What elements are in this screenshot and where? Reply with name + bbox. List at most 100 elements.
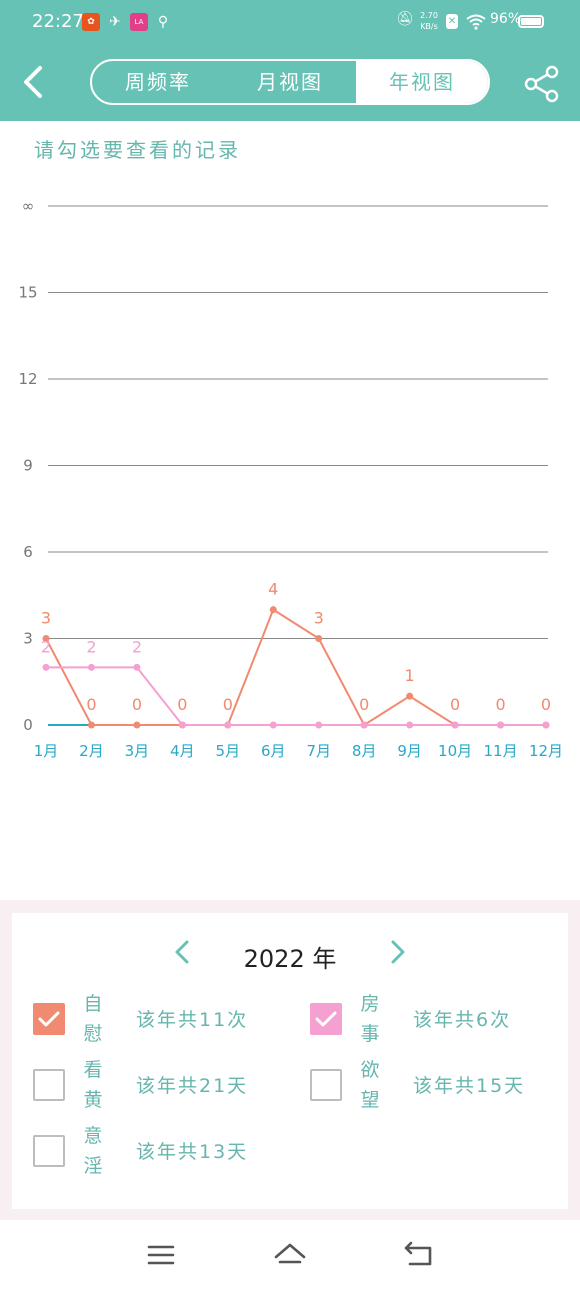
data-label: 0 xyxy=(450,695,460,714)
record-label: 欲望 xyxy=(360,1059,380,1111)
y-tick-label: 15 xyxy=(18,284,37,302)
data-label: 2 xyxy=(132,637,142,656)
mute-bell-icon: 🔕︎ xyxy=(396,11,414,27)
app-notification-icon: ✿ xyxy=(82,13,100,31)
tab-month-view[interactable]: 月视图 xyxy=(224,61,356,103)
data-label: 3 xyxy=(314,609,324,628)
data-label: 2 xyxy=(86,637,96,656)
y-tick-label: 9 xyxy=(23,457,33,475)
record-count: 该年共11次 xyxy=(136,1009,249,1031)
x-tick-label: 5月 xyxy=(216,742,241,760)
x-tick-label: 1月 xyxy=(34,742,59,760)
check-icon xyxy=(38,1011,60,1027)
data-point xyxy=(497,721,505,729)
checkbox-intercourse[interactable] xyxy=(310,1003,342,1035)
data-label: 2 xyxy=(41,637,51,656)
view-tab-group: 周频率 月视图 年视图 xyxy=(90,59,490,105)
data-point xyxy=(451,721,459,729)
net-speed-value: 2.70 xyxy=(420,11,438,20)
data-label: 0 xyxy=(177,695,187,714)
x-tick-label: 11月 xyxy=(483,742,517,760)
data-label: 3 xyxy=(41,609,51,628)
share-icon[interactable] xyxy=(522,64,562,104)
record-count: 该年共21天 xyxy=(136,1075,249,1097)
data-label: 0 xyxy=(132,695,142,714)
home-icon[interactable] xyxy=(273,1238,307,1272)
tab-weekly-frequency[interactable]: 周频率 xyxy=(92,61,224,103)
series-line xyxy=(46,666,546,726)
dove-icon: ✈ xyxy=(109,14,121,30)
data-label: 0 xyxy=(86,695,96,714)
x-tick-label: 3月 xyxy=(125,742,150,760)
record-label: 看黄 xyxy=(83,1059,103,1111)
data-label: 1 xyxy=(405,666,415,685)
record-count: 该年共6次 xyxy=(413,1009,512,1031)
location-icon: ⚲ xyxy=(157,14,169,30)
y-tick-label: 12 xyxy=(18,370,37,388)
data-point xyxy=(406,721,414,729)
record-label: 房事 xyxy=(360,993,380,1045)
data-point xyxy=(269,606,277,614)
data-point xyxy=(133,721,141,729)
prev-year-arrow-icon[interactable] xyxy=(168,937,198,967)
wifi-icon xyxy=(466,14,486,30)
y-tick-label: ∞ xyxy=(22,197,35,215)
sim-x-icon: ✕ xyxy=(446,14,458,29)
next-year-arrow-icon[interactable] xyxy=(382,937,412,967)
data-label: 0 xyxy=(359,695,369,714)
record-label: 意淫 xyxy=(83,1125,103,1177)
data-point xyxy=(406,692,414,700)
x-tick-label: 8月 xyxy=(352,742,377,760)
year-selector: 2022 年 xyxy=(12,933,568,973)
lala-icon: LA xyxy=(130,13,148,31)
back-arrow-icon[interactable] xyxy=(14,62,54,102)
record-label: 自慰 xyxy=(83,993,103,1045)
data-point xyxy=(224,721,232,729)
net-speed: 2.70 KB/s xyxy=(418,10,440,32)
data-point xyxy=(178,721,186,729)
checkbox-desire[interactable] xyxy=(310,1069,342,1101)
data-point xyxy=(87,721,95,729)
year-label: 2022 年 xyxy=(243,945,337,973)
data-label: 4 xyxy=(268,580,278,599)
x-tick-label: 4月 xyxy=(170,742,195,760)
system-nav-bar xyxy=(0,1220,580,1289)
menu-icon[interactable] xyxy=(144,1238,178,1272)
status-bar: 22:27 ✿ ✈ LA ⚲ 🔕︎ 2.70 KB/s ✕ 96% xyxy=(0,0,580,46)
x-tick-label: 10月 xyxy=(438,742,472,760)
data-label: 0 xyxy=(223,695,233,714)
yearly-line-chart: 03691215∞1月 2月 3月 4月 5月 6月 7月 8月 9月 10月 11月 12月30 0 0… xyxy=(18,197,563,760)
x-tick-label: 6月 xyxy=(261,742,286,760)
back-icon[interactable] xyxy=(402,1238,436,1272)
data-point xyxy=(315,635,323,642)
status-time: 22:27 xyxy=(32,11,84,32)
x-tick-label: 9月 xyxy=(397,742,422,760)
app-bar: 周频率 月视图 年视图 xyxy=(0,46,580,121)
data-point xyxy=(87,663,95,671)
check-icon xyxy=(315,1011,337,1027)
data-point xyxy=(315,721,323,729)
x-tick-label: 2月 xyxy=(79,742,104,760)
data-point xyxy=(542,721,550,729)
battery-icon xyxy=(518,15,544,28)
record-panel: 2022 年 自慰 该年共11次 房事 该年共6次 看黄 该年共21天 欲望 该… xyxy=(12,913,568,1209)
checkbox-porn[interactable] xyxy=(33,1069,65,1101)
data-point xyxy=(269,721,277,729)
battery-percent: 96% xyxy=(490,11,522,27)
tab-year-view[interactable]: 年视图 xyxy=(356,61,488,103)
net-speed-unit: KB/s xyxy=(420,22,438,31)
checkbox-masturbation[interactable] xyxy=(33,1003,65,1035)
checkbox-fantasy[interactable] xyxy=(33,1135,65,1167)
x-tick-label: 7月 xyxy=(306,742,331,760)
y-tick-label: 0 xyxy=(23,716,33,734)
record-count: 该年共13天 xyxy=(136,1141,249,1163)
data-label: 0 xyxy=(495,695,505,714)
x-tick-label: 12月 xyxy=(529,742,563,760)
data-point xyxy=(133,663,141,671)
data-label: 0 xyxy=(541,695,551,714)
y-tick-label: 6 xyxy=(23,543,33,561)
data-point xyxy=(360,721,368,729)
y-tick-label: 3 xyxy=(23,630,33,648)
data-point xyxy=(42,663,50,671)
record-count: 该年共15天 xyxy=(413,1075,526,1097)
